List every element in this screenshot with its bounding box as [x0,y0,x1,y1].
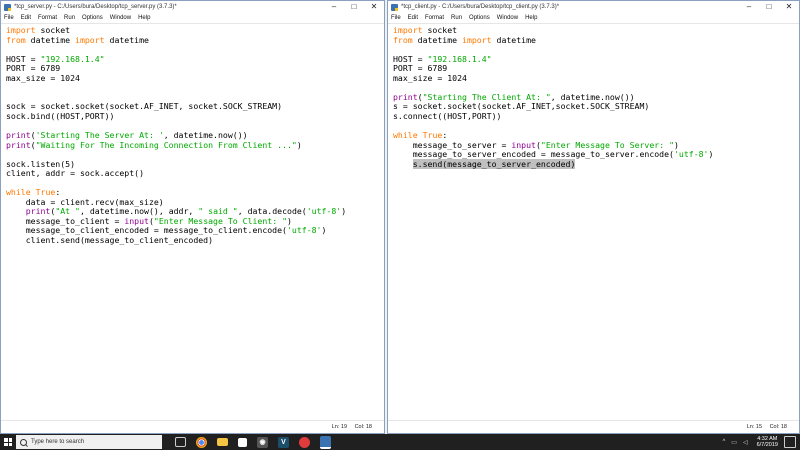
menu-run[interactable]: Run [64,13,75,23]
maximize-icon[interactable]: □ [344,1,364,13]
clock[interactable]: 4:32 AM 6/7/2019 [757,436,778,448]
code-line[interactable] [393,121,799,131]
status-bar: Ln: 15 Col: 18 [388,420,799,433]
task-view-icon[interactable] [175,437,186,447]
title-bar[interactable]: *tcp_server.py - C:/Users/bura/Desktop/t… [1,1,384,13]
close-icon[interactable]: ✕ [364,1,384,13]
start-button[interactable] [0,434,16,450]
menu-format[interactable]: Format [38,13,57,23]
clock-date: 6/7/2019 [756,442,778,448]
client-idle-window[interactable]: *tcp_client.py - C:/Users/bura/Desktop/t… [387,0,800,434]
pinned-apps: ◉ V [170,435,336,449]
code-editor[interactable]: import socket from datetime import dateti… [388,23,799,421]
status-bar: Ln: 19 Col: 18 [1,420,384,433]
menu-bar: File Edit Format Run Options Window Help [388,13,799,23]
window-title: *tcp_server.py - C:/Users/bura/Desktop/t… [14,4,177,10]
menu-edit[interactable]: Edit [21,13,31,23]
volume-icon[interactable]: ◁ [743,439,748,446]
code-line[interactable]: HOST = "192.168.1.4" [393,54,799,65]
file-explorer-icon[interactable] [217,438,228,446]
minimize-icon[interactable]: – [324,1,344,13]
client-source-code[interactable]: import socket from datetime import dateti… [388,24,799,169]
minimize-icon[interactable]: – [739,1,759,13]
notification-icon[interactable] [784,436,796,448]
code-line[interactable]: client.send(message_to_client_encoded) [6,235,384,246]
code-line[interactable]: client, addr = sock.accept() [6,169,384,179]
menu-format[interactable]: Format [425,13,444,23]
search-placeholder: Type here to search [31,439,85,445]
store-icon[interactable] [238,437,247,447]
menu-options[interactable]: Options [82,13,103,23]
column-number: Col: 18 [769,424,787,430]
taskbar: Type here to search ◉ V ^ ▭ ◁ 4:32 AM 6/… [0,434,800,450]
python-idle-icon [4,3,11,11]
code-line[interactable]: s.connect((HOST,PORT)) [393,111,799,122]
chrome-icon[interactable] [196,436,207,448]
menu-help[interactable]: Help [525,13,537,23]
chevron-up-icon[interactable]: ^ [722,439,725,445]
menu-options[interactable]: Options [469,13,490,23]
menu-window[interactable]: Window [110,13,131,23]
window-title: *tcp_client.py - C:/Users/bura/Desktop/t… [401,4,560,10]
menu-window[interactable]: Window [497,13,518,23]
menu-help[interactable]: Help [138,13,150,23]
system-tray: ^ ▭ ◁ 4:32 AM 6/7/2019 [719,434,800,450]
camera-icon[interactable]: ◉ [257,436,268,448]
taskbar-search-box[interactable]: Type here to search [16,435,162,449]
code-line[interactable]: print("Waiting For The Incoming Connecti… [6,140,384,151]
menu-file[interactable]: File [4,13,14,23]
menu-file[interactable]: File [391,13,401,23]
line-number: Ln: 15 [746,424,763,430]
headphones-icon[interactable] [299,436,310,448]
menu-run[interactable]: Run [451,13,462,23]
code-line[interactable]: max_size = 1024 [6,73,384,84]
code-line[interactable] [6,179,384,189]
code-line[interactable]: HOST = "192.168.1.4" [6,54,384,65]
code-line[interactable]: max_size = 1024 [393,73,799,84]
code-line[interactable]: from datetime import datetime [393,35,799,46]
server-idle-window[interactable]: *tcp_server.py - C:/Users/bura/Desktop/t… [0,0,385,434]
code-line[interactable]: s.send(message_to_server_encoded) [393,158,799,170]
code-line[interactable]: from datetime import datetime [6,35,384,46]
line-number: Ln: 19 [331,424,348,430]
close-icon[interactable]: ✕ [779,1,799,13]
menu-bar: File Edit Format Run Options Window Help [1,13,384,23]
column-number: Col: 18 [354,424,372,430]
vs-icon[interactable]: V [278,436,289,448]
search-icon [20,438,27,446]
windows-logo-icon [4,438,12,446]
python-idle-icon[interactable] [320,435,331,449]
code-line[interactable]: sock.bind((HOST,PORT)) [6,111,384,122]
menu-edit[interactable]: Edit [408,13,418,23]
server-source-code[interactable]: import socket from datetime import dateti… [1,24,384,246]
network-icon[interactable]: ▭ [731,439,737,446]
maximize-icon[interactable]: □ [759,1,779,13]
code-line[interactable] [6,83,384,93]
title-bar[interactable]: *tcp_client.py - C:/Users/bura/Desktop/t… [388,1,799,13]
python-idle-icon [391,3,398,11]
code-editor[interactable]: import socket from datetime import dateti… [1,23,384,421]
